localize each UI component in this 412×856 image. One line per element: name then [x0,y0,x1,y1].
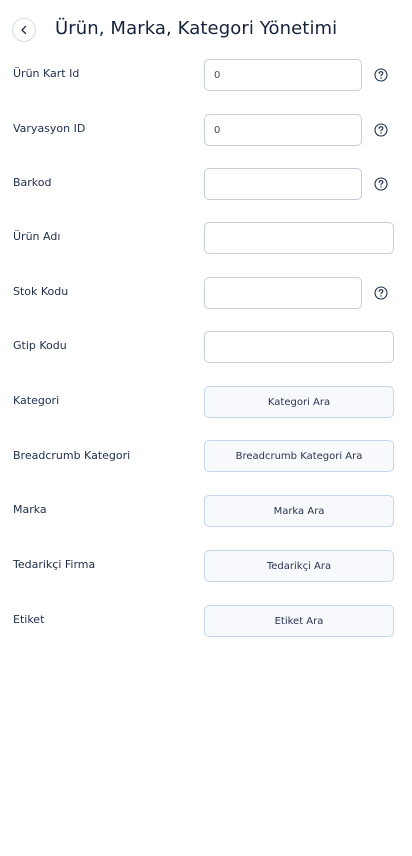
page-title: Ürün, Marka, Kategori Yönetimi [55,18,338,39]
question-circle-icon [373,67,388,82]
supplier-search-button[interactable]: Tedarikçi Ara [204,550,394,582]
form-row-supplier: Tedarikçi Firma Tedarikçi Ara [0,550,412,584]
question-circle-icon [373,176,388,191]
breadcrumb-category-label: Breadcrumb Kategori [13,449,131,462]
question-circle-icon [373,285,388,300]
barcode-label: Barkod [13,176,52,189]
gtip-code-label: Gtip Kodu [13,339,67,352]
variation-id-label: Varyasyon ID [13,122,86,135]
question-circle-icon [373,122,388,137]
form-row-tag: Etiket Etiket Ara [0,605,412,639]
form-row-barcode: Barkod [0,168,412,202]
barcode-help-button[interactable] [373,176,388,191]
stock-code-input[interactable] [204,277,362,309]
form-row-product-name: Ürün Adı [0,222,412,256]
brand-label: Marka [13,503,47,516]
page-header: Ürün, Marka, Kategori Yönetimi [0,0,412,60]
form-row-category: Kategori Kategori Ara [0,386,412,420]
tag-label: Etiket [13,613,45,626]
product-card-id-label: Ürün Kart Id [13,67,80,80]
barcode-input[interactable] [204,168,362,200]
breadcrumb-category-search-button[interactable]: Breadcrumb Kategori Ara [204,440,394,472]
form-row-breadcrumb-category: Breadcrumb Kategori Breadcrumb Kategori … [0,440,412,474]
product-name-label: Ürün Adı [13,230,61,243]
product-name-input[interactable] [204,222,394,254]
category-search-button[interactable]: Kategori Ara [204,386,394,418]
variation-id-input[interactable] [204,114,362,146]
brand-search-button[interactable]: Marka Ara [204,495,394,527]
stock-code-help-button[interactable] [373,285,388,300]
supplier-label: Tedarikçi Firma [13,558,96,571]
tag-search-button[interactable]: Etiket Ara [204,605,394,637]
variation-id-help-button[interactable] [373,122,388,137]
stock-code-label: Stok Kodu [13,285,69,298]
form-row-variation-id: Varyasyon ID [0,114,412,148]
product-card-id-help-button[interactable] [373,67,388,82]
category-label: Kategori [13,394,60,407]
form-row-product-card-id: Ürün Kart Id [0,59,412,93]
product-card-id-input[interactable] [204,59,362,91]
form-row-brand: Marka Marka Ara [0,495,412,529]
back-button[interactable] [12,18,36,42]
form-row-gtip-code: Gtip Kodu [0,331,412,365]
gtip-code-input[interactable] [204,331,394,363]
form-row-stock-code: Stok Kodu [0,277,412,311]
chevron-left-icon [21,25,27,35]
